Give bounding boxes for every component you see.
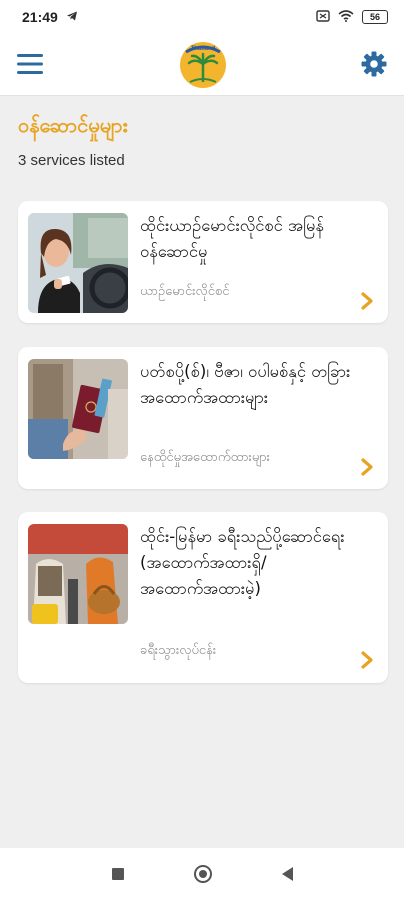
service-title: ထိုင်းယာဉ်မောင်းလိုင်စင် အမြန်ဝန်ဆောင်မှ… [140, 216, 324, 261]
recents-square-icon[interactable] [111, 868, 124, 880]
page-title: ဝန်ဆောင်မှုများ [18, 113, 128, 137]
chevron-right-icon [360, 292, 374, 310]
service-category: ခရီးသွားလုပ်ငန်း [140, 643, 217, 658]
hamburger-icon [17, 54, 43, 74]
status-time: 21:49 [22, 9, 58, 25]
settings-button[interactable] [360, 50, 388, 78]
service-card[interactable]: ထိုင်း-မြန်မာ ခရီးသည်ပို့ဆောင်ရေး (အထောက… [18, 512, 388, 683]
service-category: ယာဉ်မောင်းလိုင်စင် [140, 284, 230, 299]
gear-icon [361, 51, 387, 77]
app-logo: Thailand [178, 38, 228, 90]
travellers-photo-icon [28, 524, 128, 624]
sim-icon [316, 9, 330, 25]
battery-indicator: 56 [362, 10, 388, 24]
telegram-icon [66, 9, 78, 25]
system-nav-bar [0, 848, 404, 900]
service-card[interactable]: ထိုင်းယာဉ်မောင်းလိုင်စင် အမြန်ဝန်ဆောင်မှ… [18, 201, 388, 323]
service-title: ပတ်စပို့(စ်)၊ ဗီဇာ၊ ဝပါမစ်နှင့် တခြား အထ… [140, 362, 351, 407]
status-right: 56 [316, 9, 388, 25]
service-title: ထိုင်း-မြန်မာ ခရီးသည်ပို့ဆောင်ရေး (အထောက… [140, 527, 345, 598]
chevron-right-icon [360, 458, 374, 476]
passport-photo-icon [28, 359, 128, 459]
menu-button[interactable] [16, 52, 44, 76]
logo-wordmark: Thailand [191, 46, 216, 52]
status-left: 21:49 [22, 9, 78, 25]
back-triangle-icon[interactable] [281, 867, 293, 881]
app-bar: Thailand [0, 34, 404, 96]
wifi-icon [338, 9, 354, 25]
chevron-right-icon [360, 651, 374, 669]
home-circle-icon[interactable] [193, 865, 212, 883]
service-category: နေထိုင်မှုအထောက်ထားများ [140, 450, 270, 465]
status-bar: 21:49 56 [0, 0, 404, 34]
services-count: 3 services listed [18, 152, 125, 169]
driver-photo-icon [28, 213, 128, 313]
service-card[interactable]: ပတ်စပို့(စ်)၊ ဗီဇာ၊ ဝပါမစ်နှင့် တခြား အထ… [18, 347, 388, 489]
